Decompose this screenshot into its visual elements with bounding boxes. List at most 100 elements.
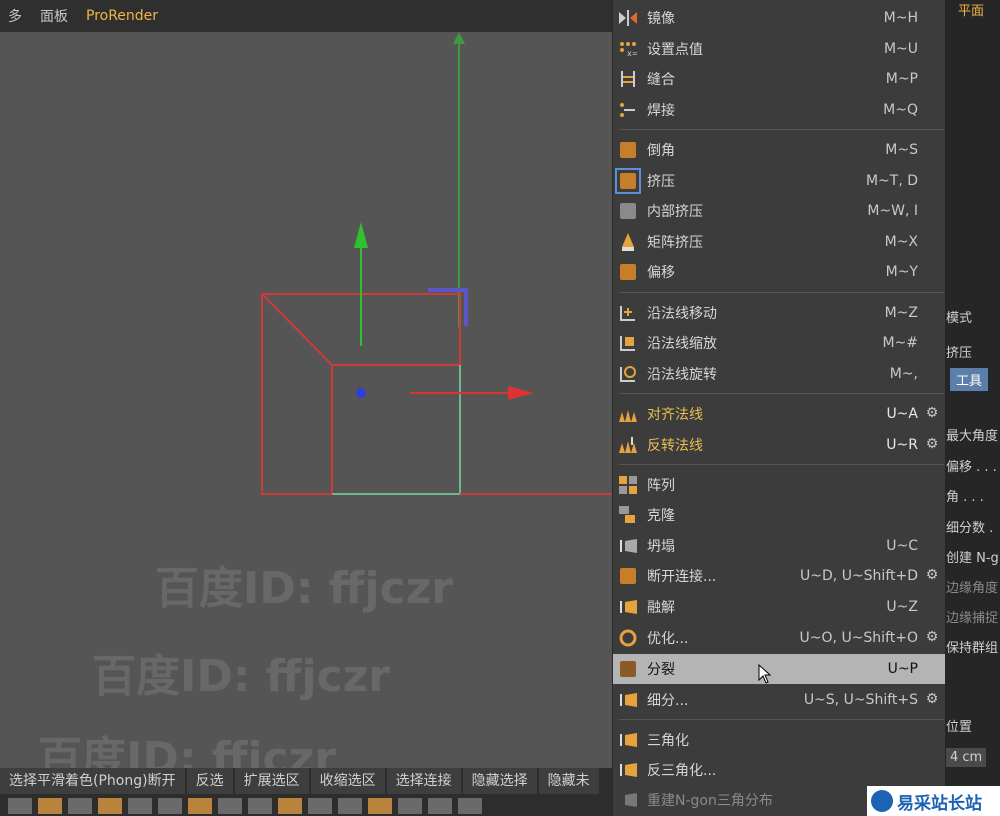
keep-groups-label: 保持群组 [946,641,999,656]
attribute-panel [945,0,1000,816]
reverse-normals-icon [617,434,639,456]
mirror-icon [617,7,639,29]
extrude-title: 挤压 [946,346,973,361]
tool-icons-row [0,798,620,816]
logo-mark-icon [871,790,893,812]
menu-item-array[interactable]: 阵列 [613,470,946,500]
tool-icon[interactable] [38,798,62,814]
menu-bar: 多 面板 ProRender [0,0,612,32]
extrude-icon [615,168,641,194]
menu-item-subdivide[interactable]: 细分... U~S, U~Shift+S ⚙ [613,685,946,715]
untriangulate-icon [617,759,639,781]
tool-icon[interactable] [98,798,122,814]
menu-item-prorender[interactable]: ProRender [86,8,158,24]
tool-icon[interactable] [458,798,482,814]
menu-item-bevel[interactable]: 倒角 M~S [613,135,946,165]
gear-icon[interactable]: ⚙ [924,691,940,707]
grow-selection-button[interactable]: 扩展选区 [234,768,309,794]
split-icon [617,658,639,680]
tool-icon[interactable] [158,798,182,814]
phong-break-button[interactable]: 选择平滑着色(Phong)断开 [0,768,185,794]
menu-item-normal-scale[interactable]: 沿法线缩放 M~# [613,328,946,358]
menu-separator [619,393,944,394]
shrink-selection-button[interactable]: 收缩选区 [310,768,385,794]
edge-snap-label: 边缘捕捉 [946,611,999,626]
menu-item-set-point-value[interactable]: x= 设置点值 M~U [613,34,946,64]
menu-item-panels[interactable]: 面板 [40,6,68,26]
offset-icon [617,261,639,283]
tool-icon[interactable] [188,798,212,814]
tool-icon[interactable] [308,798,332,814]
optimize-icon [617,627,639,649]
array-icon [617,474,639,496]
menu-item-triangulate[interactable]: 三角化 [613,725,946,755]
edge-angle-label: 边缘角度 [946,581,999,596]
collapse-icon [617,535,639,557]
create-ngon-label: 创建 N-g [946,551,999,566]
tool-icon[interactable] [338,798,362,814]
menu-item-normal-rotate[interactable]: 沿法线旋转 M~, [613,359,946,389]
logo-text: 易采站长站 [897,793,982,814]
tool-icon[interactable] [218,798,242,814]
menu-separator [619,464,944,465]
invert-selection-button[interactable]: 反选 [186,768,233,794]
triangulate-icon [617,729,639,751]
subdivide-icon [617,689,639,711]
tab-plane[interactable]: 平面 [958,0,984,19]
tab-mode[interactable]: 模式 [946,307,972,326]
tool-icon[interactable] [248,798,272,814]
menu-item-collapse[interactable]: 坍塌 U~C [613,531,946,561]
position-value-field[interactable]: 4 cm [946,748,987,767]
gizmo-center[interactable] [356,388,366,398]
tool-icon[interactable] [128,798,152,814]
hide-unselected-button[interactable]: 隐藏未 [538,768,599,794]
menu-item-partial[interactable]: 多 [8,6,22,26]
tool-icon[interactable] [68,798,92,814]
menu-item-extrude-inner[interactable]: 内部挤压 M~W, I [613,196,946,226]
menu-item-split[interactable]: 分裂 U~P [613,654,946,684]
tool-icon[interactable] [368,798,392,814]
gizmo-x-arrow[interactable] [508,386,534,400]
menu-item-optimize[interactable]: 优化... U~O, U~Shift+O ⚙ [613,623,946,653]
watermark: 百度ID: ffjczr [92,651,390,702]
world-y-axis-arrow [453,32,465,44]
matrix-extrude-icon [617,231,639,253]
menu-item-stitch[interactable]: 缝合 M~P [613,64,946,94]
menu-item-align-normals[interactable]: 对齐法线 U~A ⚙ [613,399,946,429]
menu-separator [619,292,944,293]
tool-tab-button[interactable]: 工具 [950,368,989,391]
menu-item-extrude[interactable]: 挤压 M~T, D [613,166,946,196]
max-angle-label: 最大角度 [946,429,999,444]
menu-item-disconnect[interactable]: 断开连接... U~D, U~Shift+D ⚙ [613,561,946,591]
gear-icon[interactable]: ⚙ [924,567,940,583]
menu-item-mirror[interactable]: 镜像 M~H [613,3,946,33]
align-normals-icon [617,403,639,425]
menu-item-offset[interactable]: 偏移 M~Y [613,257,946,287]
tool-icon[interactable] [8,798,32,814]
offset-label: 偏移 . . . [946,460,997,475]
menu-item-clone[interactable]: 克隆 [613,500,946,530]
gear-icon[interactable]: ⚙ [924,629,940,645]
menu-item-melt[interactable]: 融解 U~Z [613,592,946,622]
selection-buttons: 选择平滑着色(Phong)断开 反选 扩展选区 收缩选区 选择连接 隐藏选择 隐… [0,768,599,794]
stitch-icon [617,68,639,90]
menu-separator [619,129,944,130]
menu-separator [619,719,944,720]
normal-move-icon [617,302,639,324]
gear-icon[interactable]: ⚙ [924,405,940,421]
menu-item-normal-move[interactable]: 沿法线移动 M~Z [613,298,946,328]
menu-item-reverse-normals[interactable]: 反转法线 U~R ⚙ [613,430,946,460]
tool-icon[interactable] [398,798,422,814]
tool-icon[interactable] [428,798,452,814]
menu-item-untriangulate[interactable]: 反三角化... [613,755,946,785]
menu-item-matrix-extrude[interactable]: 矩阵挤压 M~X [613,227,946,257]
weld-icon [617,99,639,121]
position-label: 位置 [946,720,973,735]
gizmo-y-arrow[interactable] [354,222,368,248]
menu-item-weld[interactable]: 焊接 M~Q [613,95,946,125]
tool-icon[interactable] [278,798,302,814]
hide-selected-button[interactable]: 隐藏选择 [462,768,537,794]
gear-icon[interactable]: ⚙ [924,436,940,452]
watermark: 百度ID: ffjczr [155,563,453,614]
select-connected-button[interactable]: 选择连接 [386,768,461,794]
